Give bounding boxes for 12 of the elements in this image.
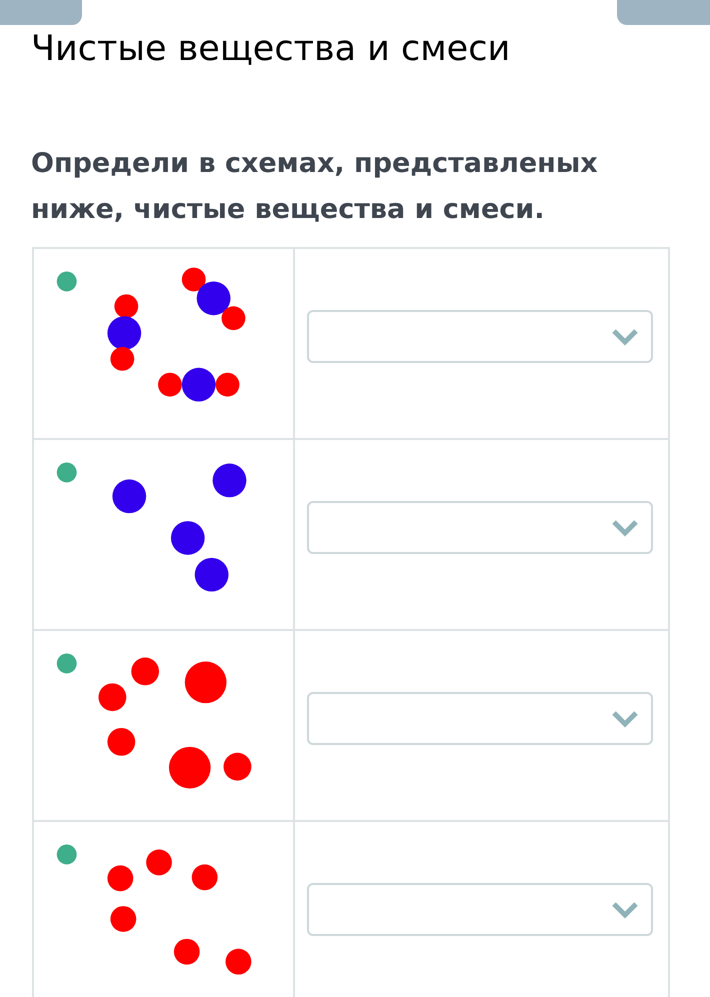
dropdown[interactable] [307,310,653,363]
chevron-icon [611,710,639,728]
dropdown[interactable] [307,883,653,936]
question-text: Определи в схемах, представленых ниже, чистые вещества и смеси. [31,147,599,227]
dropdown[interactable] [307,501,653,554]
chevron-icon [611,900,639,918]
chevron-icon [611,518,639,536]
chevron-icon [611,328,639,346]
page-title: Чистые вещества и смеси [31,28,512,71]
top-tab[interactable] [0,0,82,25]
dropdown[interactable] [307,692,653,745]
top-tab[interactable] [617,0,710,25]
